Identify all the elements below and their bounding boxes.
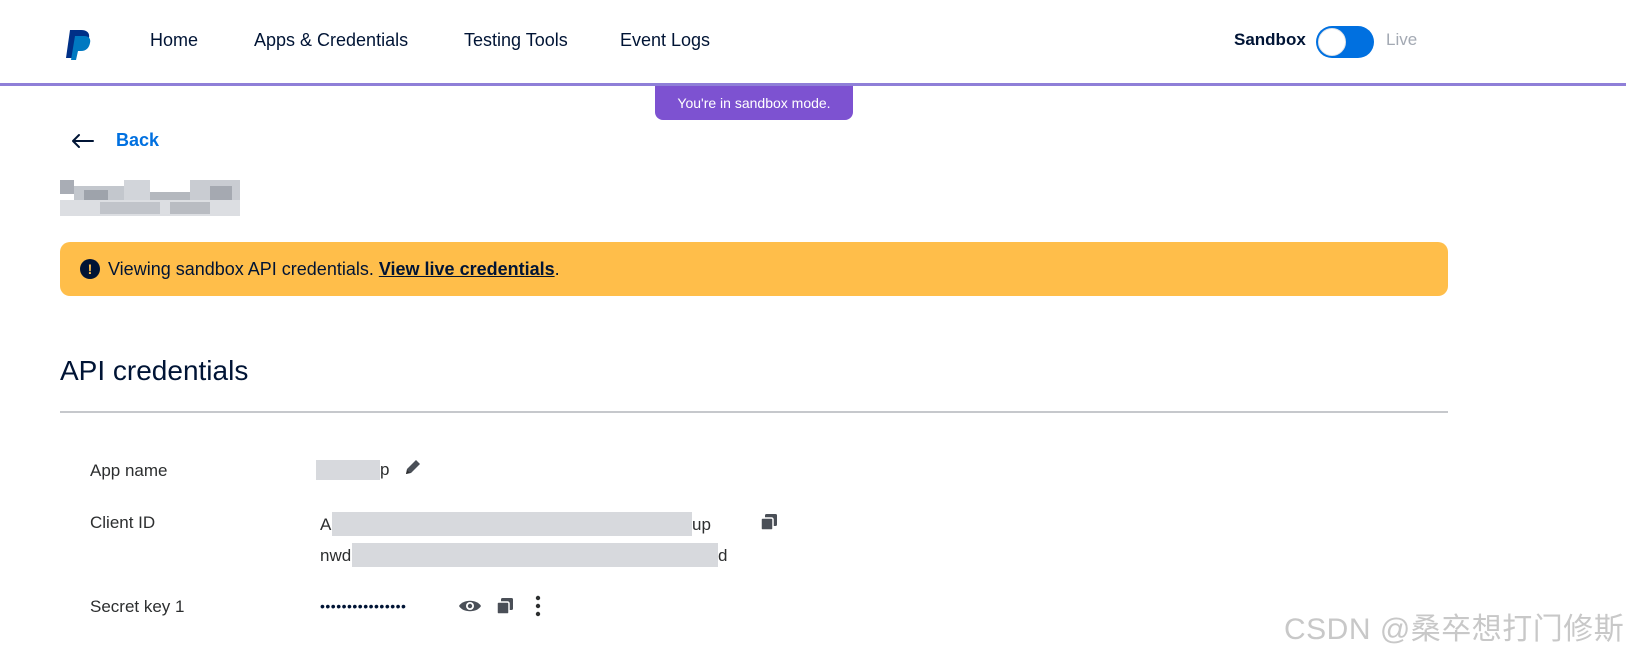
client-id-line1-start: A [320, 515, 332, 534]
redacted-client-id-line1 [332, 512, 692, 536]
sandbox-label: Sandbox [1234, 30, 1306, 49]
section-title: API credentials [60, 355, 249, 386]
show-secret-eye-icon[interactable] [458, 596, 482, 616]
redacted-app-title [60, 180, 252, 220]
alert-suffix: . [554, 258, 560, 279]
nav-event-logs[interactable]: Event Logs [620, 30, 710, 51]
nav-testing-tools[interactable]: Testing Tools [464, 30, 568, 51]
client-id-line2-end: d [718, 546, 728, 565]
alert-exclamation-icon: ! [80, 259, 100, 279]
section-divider [60, 411, 1448, 413]
more-options-kebab-icon[interactable] [533, 594, 543, 618]
top-navigation-bar: Home Apps & Credentials Testing Tools Ev… [0, 0, 1626, 86]
nav-home[interactable]: Home [150, 30, 198, 51]
view-live-credentials-link[interactable]: View live credentials [379, 259, 555, 280]
client-id-line2-start: nwd [320, 546, 352, 565]
alert-text: Viewing sandbox API credentials. [108, 258, 374, 279]
app-name-label: App name [90, 461, 168, 480]
redacted-client-id-line2 [352, 543, 718, 567]
client-id-line1-end: up [692, 515, 711, 534]
csdn-watermark: CSDN @桑卒想打门修斯 [1284, 613, 1625, 646]
sandbox-live-toggle[interactable] [1316, 26, 1374, 58]
copy-secret-key-icon[interactable] [496, 597, 514, 615]
environment-switch: Sandbox Live [1234, 26, 1417, 58]
copy-client-id-icon[interactable] [760, 513, 778, 531]
back-label: Back [116, 130, 160, 150]
paypal-logo-icon[interactable] [66, 28, 92, 60]
secret-key-masked: •••••••••••••••• [320, 598, 407, 614]
sandbox-mode-banner: You're in sandbox mode. [655, 86, 853, 120]
redacted-app-name [316, 460, 380, 480]
live-label: Live [1386, 30, 1418, 49]
secret-key-label: Secret key 1 [90, 597, 185, 616]
toggle-knob [1318, 28, 1346, 56]
arrow-left-icon [72, 133, 94, 148]
back-button[interactable]: Back [70, 130, 159, 151]
client-id-label: Client ID [90, 513, 156, 532]
app-name-value-tail: p [380, 460, 390, 479]
sandbox-credentials-alert: ! Viewing sandbox API credentials. View … [60, 242, 1448, 296]
pencil-edit-icon[interactable] [403, 457, 423, 477]
nav-apps-credentials[interactable]: Apps & Credentials [254, 30, 408, 51]
